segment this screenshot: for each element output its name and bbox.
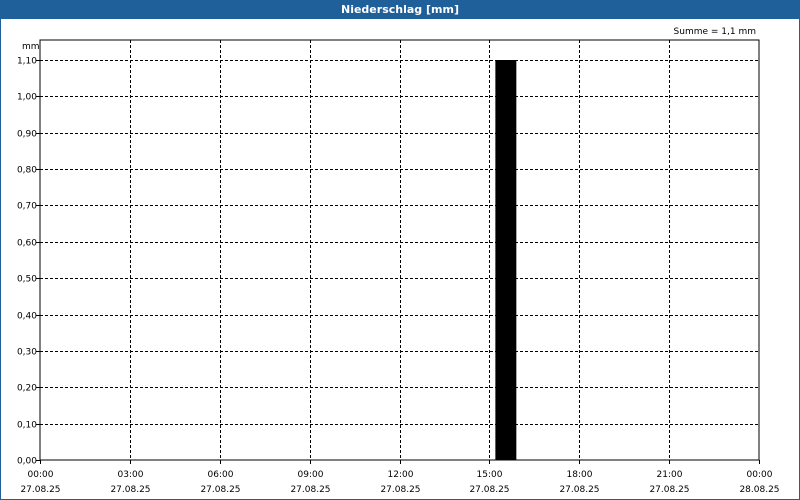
x-tick-date-label: 27.08.25 [290,485,330,495]
x-tick-time-label: 21:00 [657,470,683,480]
y-tick-label: 1,00 [17,93,37,103]
y-tick-label: 0,00 [17,457,37,467]
x-tick-time-label: 00:00 [28,470,54,480]
x-tick-date-label: 27.08.25 [380,485,420,495]
x-tick-time-label: 03:00 [118,470,144,480]
y-tick-label: 1,10 [17,57,37,67]
x-tick-time-label: 18:00 [567,470,593,480]
x-tick-date-label: 27.08.25 [20,485,60,495]
y-tick-label: 0,80 [17,166,37,176]
x-tick-date-label: 27.08.25 [200,485,240,495]
x-tick-time-label: 00:00 [747,470,773,480]
x-tick-time-label: 15:00 [477,470,503,480]
y-tick-label: 0,10 [17,421,37,431]
chart-plot: 0,00 0,10 0,20 0,30 0,40 0,50 0,60 0,70 0,80 0,90… [17,27,780,495]
x-tick-date-label: 27.08.25 [649,485,689,495]
x-tick-date-label: 27.08.25 [110,485,150,495]
y-tick-label: 0,70 [17,202,37,212]
y-tick-label: 0,30 [17,348,37,358]
x-tick-date-label: 27.08.25 [469,485,509,495]
y-tick-label: 0,60 [17,239,37,249]
x-tick-time-label: 09:00 [298,470,324,480]
y-tick-label: 0,20 [17,384,37,394]
x-tick-time-label: 12:00 [388,470,414,480]
sum-annotation: Summe = 1,1 mm [674,27,756,37]
y-axis-label: mm [22,42,40,52]
plot-area-border [39,39,760,461]
y-tick-label: 0,90 [17,130,37,140]
y-tick-label: 0,50 [17,275,37,285]
x-tick-date-label: 27.08.25 [559,485,599,495]
x-tick-time-label: 06:00 [208,470,234,480]
x-tick-date-label: 28.08.25 [739,485,779,495]
precipitation-bar [495,60,517,460]
y-tick-label: 0,40 [17,312,37,322]
